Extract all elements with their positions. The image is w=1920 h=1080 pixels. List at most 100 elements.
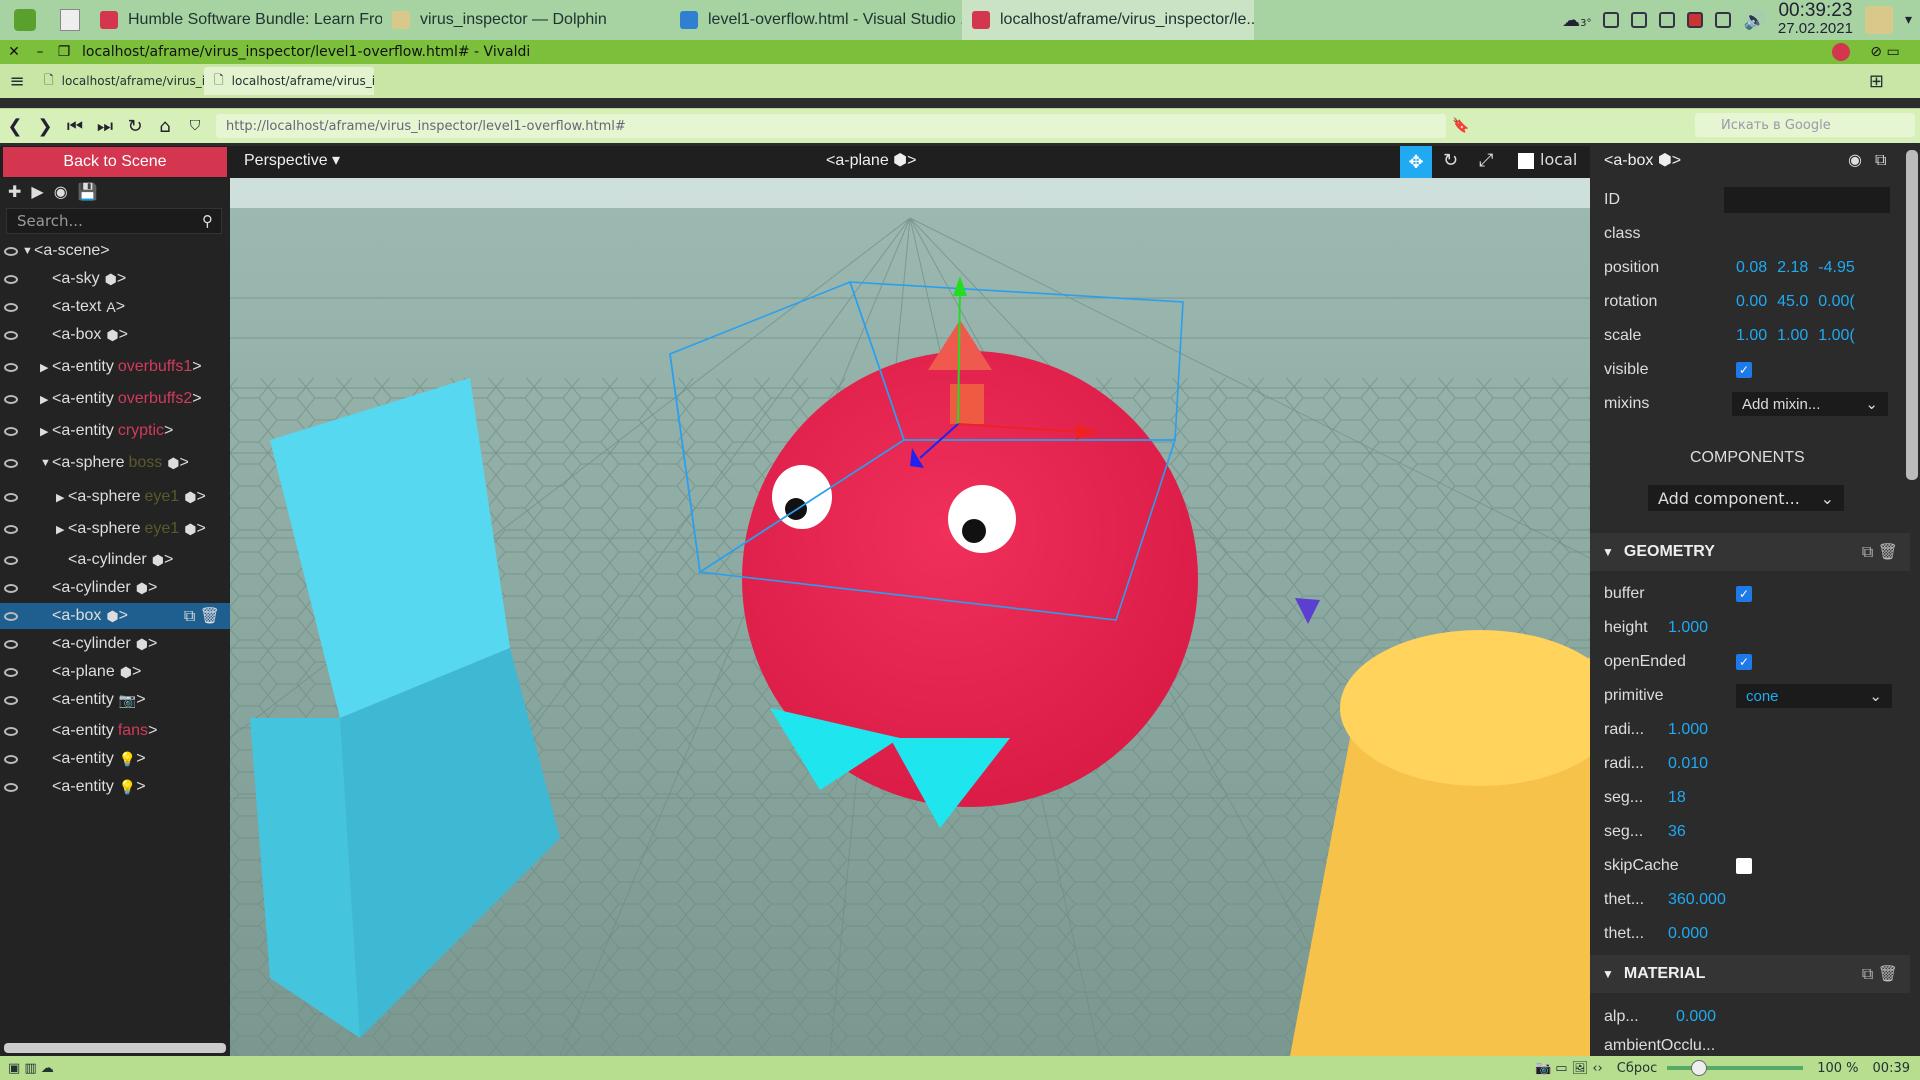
prop-value[interactable]: 0.010 bbox=[1668, 755, 1708, 773]
restore-window-icon[interactable]: ❐ bbox=[52, 44, 76, 60]
tree-item[interactable]: ▶ <a-sphere eye1 ⬢ > bbox=[0, 516, 230, 542]
eye-icon[interactable] bbox=[4, 726, 18, 736]
tab-inactive[interactable]: 🗋 localhost/aframe/virus_ins bbox=[34, 67, 204, 95]
rotation-z[interactable]: 0.00( bbox=[1818, 293, 1854, 311]
scale-z[interactable]: 1.00( bbox=[1818, 327, 1854, 345]
search-input[interactable]: Search... ⚲ bbox=[6, 208, 222, 234]
tree-item[interactable]: ▶ <a-entity cryptic > bbox=[0, 418, 230, 444]
expand-icon[interactable]: ▶ bbox=[40, 393, 52, 406]
url-field[interactable]: http://localhost/aframe/virus_inspector/… bbox=[216, 114, 1446, 138]
geometry-section-header[interactable]: ▼ GEOMETRY ⧉ 🗑 bbox=[1590, 533, 1910, 571]
prop-checkbox[interactable] bbox=[1736, 858, 1752, 874]
vivaldi-menu-icon[interactable] bbox=[1832, 43, 1850, 61]
tree-item[interactable]: <a-plane ⬢ > bbox=[0, 659, 230, 685]
weather-icon[interactable]: ☁3° bbox=[1562, 10, 1591, 31]
rotate-gizmo-icon[interactable]: ↻ bbox=[1443, 150, 1458, 171]
eye-icon[interactable] bbox=[4, 246, 18, 256]
eye-icon[interactable] bbox=[4, 639, 18, 649]
taskbar-task[interactable]: localhost/aframe/virus_inspector/le... bbox=[962, 0, 1254, 40]
eye-icon[interactable] bbox=[4, 583, 18, 593]
eye-icon[interactable] bbox=[4, 274, 18, 284]
expand-icon[interactable]: ▶ bbox=[40, 361, 52, 374]
volume-icon[interactable]: 🔊 bbox=[1743, 10, 1765, 31]
forward-icon[interactable]: ❯ bbox=[30, 116, 60, 137]
tree-item[interactable]: <a-cylinder ⬢ > bbox=[0, 631, 230, 657]
prop-value[interactable]: 18 bbox=[1668, 789, 1686, 807]
add-component-select[interactable]: Add component... ⌄ bbox=[1648, 485, 1844, 511]
primitive-select[interactable]: cone ⌄ bbox=[1736, 684, 1892, 708]
network-icon[interactable] bbox=[1603, 12, 1620, 28]
clone-delete-icons[interactable]: ⧉ 🗑 bbox=[184, 606, 220, 626]
tree-item[interactable]: <a-entity 📷 > bbox=[0, 687, 230, 713]
expand-icon[interactable]: ▼ bbox=[40, 457, 52, 469]
search-field[interactable]: Искать в Google bbox=[1695, 113, 1915, 137]
play-icon[interactable]: ▶ bbox=[31, 182, 43, 201]
reset-zoom[interactable]: Сброс bbox=[1617, 1061, 1657, 1076]
material-section-header[interactable]: ▼ MATERIAL ⧉ 🗑 bbox=[1590, 955, 1910, 993]
scale-gizmo-icon[interactable]: ⤢ bbox=[1479, 150, 1493, 171]
eye-icon[interactable] bbox=[4, 695, 18, 705]
expand-icon[interactable]: ▶ bbox=[40, 425, 52, 438]
display-icon[interactable] bbox=[1715, 12, 1732, 28]
tree-item[interactable]: ▶ <a-sphere eye1 ⬢ > bbox=[0, 484, 230, 510]
tree-item[interactable]: <a-text A > bbox=[0, 294, 230, 320]
tree-item[interactable]: <a-entity fans > bbox=[0, 718, 230, 744]
camera-icon[interactable]: 📷 ▭ 🖼 ‹› bbox=[1535, 1061, 1603, 1076]
expand-icon[interactable]: ▼ bbox=[22, 245, 34, 257]
id-input[interactable] bbox=[1724, 187, 1890, 213]
taskbar-task[interactable]: level1-overflow.html - Visual Studio ... bbox=[670, 0, 962, 40]
expand-icon[interactable]: ▶ bbox=[56, 523, 68, 536]
tree-item[interactable]: <a-cylinder ⬢ > bbox=[0, 547, 230, 573]
app-launcher-icon[interactable] bbox=[0, 0, 50, 40]
fast-forward-icon[interactable]: ⏭ bbox=[90, 116, 120, 137]
save-icon[interactable]: 💾 bbox=[78, 182, 98, 201]
visible-checkbox[interactable]: ✓ bbox=[1736, 362, 1752, 378]
panel-icon[interactable]: ▣ ▥ ☁ bbox=[8, 1061, 54, 1076]
home-icon[interactable]: ⌂ bbox=[150, 116, 180, 137]
eye-icon[interactable] bbox=[4, 782, 18, 792]
keyboard-layout-icon[interactable] bbox=[1687, 12, 1704, 28]
reload-icon[interactable]: ↻ bbox=[120, 116, 150, 137]
taskbar-task[interactable]: Humble Software Bundle: Learn Fro... bbox=[90, 0, 382, 40]
eye-icon[interactable] bbox=[4, 302, 18, 312]
window-buttons[interactable]: ⊘ ▭ bbox=[1850, 44, 1920, 60]
tree-item[interactable]: ▶ <a-entity overbuffs2 > bbox=[0, 386, 230, 412]
minimize-window-icon[interactable]: – bbox=[28, 44, 52, 60]
local-checkbox[interactable] bbox=[1518, 153, 1534, 169]
zoom-slider[interactable] bbox=[1667, 1060, 1804, 1076]
position-y[interactable]: 2.18 bbox=[1777, 259, 1808, 277]
eye-icon[interactable] bbox=[4, 394, 18, 404]
bluetooth-icon[interactable] bbox=[1631, 12, 1648, 28]
user-icon[interactable] bbox=[1864, 6, 1893, 34]
rewind-icon[interactable]: ⏮ bbox=[60, 116, 90, 137]
tab-active[interactable]: 🗋 localhost/aframe/virus_ins bbox=[204, 67, 374, 95]
toggle-visibility-icon[interactable]: ◉ bbox=[1848, 150, 1862, 169]
back-to-scene-button[interactable]: Back to Scene bbox=[3, 147, 227, 177]
shield-icon[interactable]: ⛉ bbox=[180, 118, 210, 134]
clipboard-icon[interactable] bbox=[1659, 12, 1676, 28]
tree-item[interactable]: ▶ <a-entity overbuffs1 > bbox=[0, 354, 230, 380]
mixins-select[interactable]: Add mixin... ⌄ bbox=[1732, 392, 1888, 416]
tree-item[interactable]: <a-entity 💡 > bbox=[0, 774, 230, 800]
prop-checkbox[interactable]: ✓ bbox=[1736, 654, 1752, 670]
eye-icon[interactable] bbox=[4, 362, 18, 372]
tree-item[interactable]: <a-sky ⬢ > bbox=[0, 266, 230, 292]
tree-item[interactable]: ▼ <a-sphere boss ⬢ > bbox=[0, 450, 230, 476]
eye-icon[interactable] bbox=[4, 611, 18, 621]
rotation-y[interactable]: 45.0 bbox=[1777, 293, 1808, 311]
tree-item[interactable]: <a-box ⬢ > ⧉ 🗑 bbox=[0, 603, 230, 629]
prop-value[interactable]: 0.000 bbox=[1668, 925, 1708, 943]
bookmark-icon[interactable]: 🔖 bbox=[1452, 118, 1469, 134]
eye-icon[interactable] bbox=[4, 524, 18, 534]
eye-icon[interactable] bbox=[4, 667, 18, 677]
horizontal-scrollbar[interactable] bbox=[4, 1043, 226, 1053]
translate-gizmo-button[interactable]: ✥ bbox=[1400, 146, 1432, 178]
tree-item[interactable]: <a-entity 💡 > bbox=[0, 746, 230, 772]
scale-y[interactable]: 1.00 bbox=[1777, 327, 1808, 345]
eye-icon[interactable] bbox=[4, 754, 18, 764]
close-window-icon[interactable]: ✕ bbox=[0, 44, 28, 60]
eye-icon[interactable] bbox=[4, 426, 18, 436]
prop-checkbox[interactable]: ✓ bbox=[1736, 586, 1752, 602]
new-tab-icon[interactable]: ⊞ bbox=[1869, 71, 1884, 92]
notifications-icon[interactable]: ▾ bbox=[1905, 12, 1912, 28]
